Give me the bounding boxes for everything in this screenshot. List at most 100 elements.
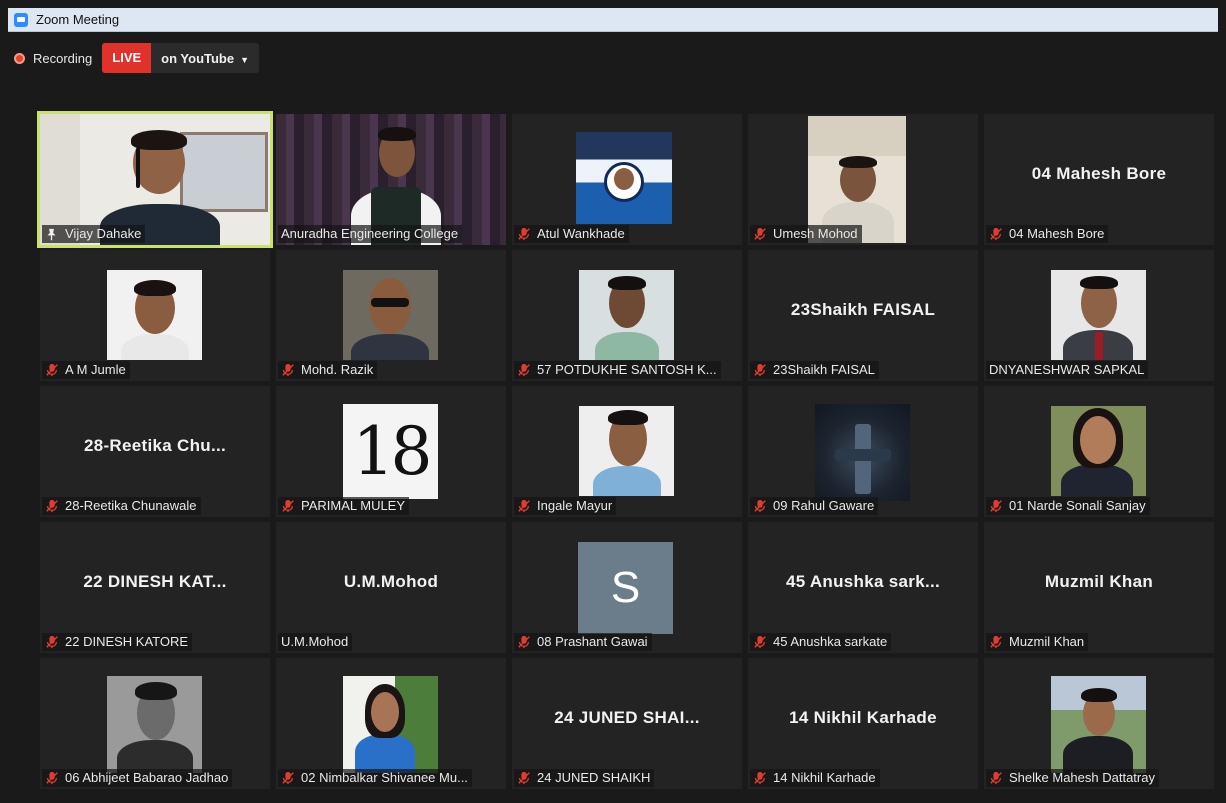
mic-muted-icon — [518, 499, 530, 513]
mic-muted-icon — [46, 771, 58, 785]
participant-tile[interactable]: 45 Anushka sark... 45 Anushka sarkate — [748, 522, 978, 653]
participant-tile[interactable]: 23Shaikh FAISAL 23Shaikh FAISAL — [748, 250, 978, 381]
participant-name: Umesh Mohod — [773, 226, 858, 241]
mic-muted-icon — [754, 635, 766, 649]
participant-name: 22 DINESH KATORE — [65, 634, 189, 649]
participant-name-label: 22 DINESH KATORE — [42, 633, 193, 651]
participant-tile[interactable]: Vijay Dahake — [37, 111, 273, 248]
participant-name-label: 24 JUNED SHAIKH — [514, 769, 655, 787]
participant-name: 08 Prashant Gawai — [537, 634, 648, 649]
participant-tile[interactable]: 22 DINESH KAT... 22 DINESH KATORE — [40, 522, 270, 653]
participant-tile[interactable]: 18 PARIMAL MULEY — [276, 386, 506, 517]
participant-tile[interactable]: 02 Nimbalkar Shivanee Mu... — [276, 658, 506, 789]
participant-display-name: 22 DINESH KAT... — [83, 572, 227, 591]
participant-name-label: Muzmil Khan — [986, 633, 1089, 651]
zoom-app-icon — [14, 12, 28, 27]
participant-tile[interactable]: 28-Reetika Chu... 28-Reetika Chunawale — [40, 386, 270, 517]
participant-tile[interactable]: Ingale Mayur — [512, 386, 742, 517]
participant-tile[interactable]: S 08 Prashant Gawai — [512, 522, 742, 653]
participant-video — [579, 406, 674, 496]
participant-name-label: 06 Abhijeet Babarao Jadhao — [42, 769, 233, 787]
mic-muted-icon — [282, 499, 294, 513]
participant-tile[interactable]: Mohd. Razik — [276, 250, 506, 381]
mic-muted-icon — [46, 635, 58, 649]
participant-name: 02 Nimbalkar Shivanee Mu... — [301, 770, 468, 785]
participant-name-label: 45 Anushka sarkate — [750, 633, 892, 651]
participant-display-name: U.M.Mohod — [343, 572, 439, 591]
mic-muted-icon — [990, 499, 1002, 513]
participant-name-label: 04 Mahesh Bore — [986, 225, 1109, 243]
participant-display-name: 23Shaikh FAISAL — [790, 300, 936, 319]
participant-tile[interactable]: A M Jumle — [40, 250, 270, 381]
participant-name-label: 08 Prashant Gawai — [514, 633, 652, 651]
participant-name-label: Vijay Dahake — [42, 225, 146, 243]
participant-tile[interactable]: 14 Nikhil Karhade 14 Nikhil Karhade — [748, 658, 978, 789]
participant-video — [343, 676, 438, 773]
participant-name: Shelke Mahesh Dattatray — [1009, 770, 1155, 785]
participant-name: 09 Rahul Gaware — [773, 498, 875, 513]
mic-muted-icon — [518, 363, 530, 377]
participant-video — [343, 270, 438, 360]
participant-tile[interactable]: 57 POTDUKHE SANTOSH K... — [512, 250, 742, 381]
participant-name: 14 Nikhil Karhade — [773, 770, 876, 785]
mic-muted-icon — [282, 771, 294, 785]
participant-name-label: 57 POTDUKHE SANTOSH K... — [514, 361, 721, 379]
participant-video — [107, 270, 202, 360]
participant-avatar: 18 — [343, 404, 438, 499]
window-titlebar: Zoom Meeting — [8, 8, 1218, 32]
participant-name: Atul Wankhade — [537, 226, 625, 241]
recording-label: Recording — [33, 50, 93, 66]
participant-name: A M Jumle — [65, 362, 126, 377]
participant-name-label: DNYANESHWAR SAPKAL — [986, 361, 1149, 379]
participant-name-label: Ingale Mayur — [514, 497, 617, 515]
participant-display-name: 28-Reetika Chu... — [83, 436, 227, 455]
participant-tile[interactable]: 04 Mahesh Bore 04 Mahesh Bore — [984, 114, 1214, 245]
participant-name-label: 01 Narde Sonali Sanjay — [986, 497, 1150, 515]
stream-destination: on YouTube ▼ — [151, 51, 259, 66]
participant-video — [1051, 406, 1146, 496]
participant-avatar: S — [578, 542, 673, 634]
participant-name-label: PARIMAL MULEY — [278, 497, 410, 515]
participant-tile[interactable]: 24 JUNED SHAI... 24 JUNED SHAIKH — [512, 658, 742, 789]
caret-down-icon: ▼ — [240, 54, 250, 65]
mic-muted-icon — [46, 499, 58, 513]
participant-tile[interactable]: 06 Abhijeet Babarao Jadhao — [40, 658, 270, 789]
participant-video — [808, 116, 906, 243]
participant-name-label: 23Shaikh FAISAL — [750, 361, 879, 379]
participant-name-label: 09 Rahul Gaware — [750, 497, 879, 515]
participant-tile[interactable]: Umesh Mohod — [748, 114, 978, 245]
recording-bar: Recording LIVE on YouTube ▼ — [14, 42, 260, 74]
mic-muted-icon — [754, 227, 766, 241]
participant-name: 24 JUNED SHAIKH — [537, 770, 651, 785]
window-title: Zoom Meeting — [36, 12, 120, 27]
participant-tile[interactable]: Anuradha Engineering College — [276, 114, 506, 245]
participant-tile[interactable]: Muzmil Khan Muzmil Khan — [984, 522, 1214, 653]
live-stream-dropdown[interactable]: LIVE on YouTube ▼ — [102, 43, 260, 73]
live-badge: LIVE — [102, 43, 152, 73]
mic-muted-icon — [46, 363, 58, 377]
participant-name: 04 Mahesh Bore — [1009, 226, 1105, 241]
participant-tile[interactable]: 09 Rahul Gaware — [748, 386, 978, 517]
mic-muted-icon — [518, 771, 530, 785]
participant-video — [1051, 676, 1146, 773]
participant-name-label: Umesh Mohod — [750, 225, 862, 243]
participant-tile[interactable]: Shelke Mahesh Dattatray — [984, 658, 1214, 789]
participant-display-name: 04 Mahesh Bore — [1031, 164, 1167, 183]
participant-video — [576, 132, 672, 224]
participant-tile[interactable]: U.M.Mohod U.M.Mohod — [276, 522, 506, 653]
mic-muted-icon — [754, 771, 766, 785]
participant-name-label: Anuradha Engineering College — [278, 225, 463, 243]
recording-indicator[interactable]: Recording — [14, 51, 92, 66]
participant-name: DNYANESHWAR SAPKAL — [989, 362, 1145, 377]
mic-muted-icon — [990, 771, 1002, 785]
mic-muted-icon — [518, 227, 530, 241]
participant-video — [579, 270, 674, 360]
pin-icon — [47, 228, 56, 240]
participant-name-label: 14 Nikhil Karhade — [750, 769, 880, 787]
participant-tile[interactable]: DNYANESHWAR SAPKAL — [984, 250, 1214, 381]
participant-tile[interactable]: 01 Narde Sonali Sanjay — [984, 386, 1214, 517]
participant-tile[interactable]: Atul Wankhade — [512, 114, 742, 245]
participant-video — [107, 676, 202, 773]
participant-name-label: Mohd. Razik — [278, 361, 378, 379]
participant-name-label: 02 Nimbalkar Shivanee Mu... — [278, 769, 472, 787]
